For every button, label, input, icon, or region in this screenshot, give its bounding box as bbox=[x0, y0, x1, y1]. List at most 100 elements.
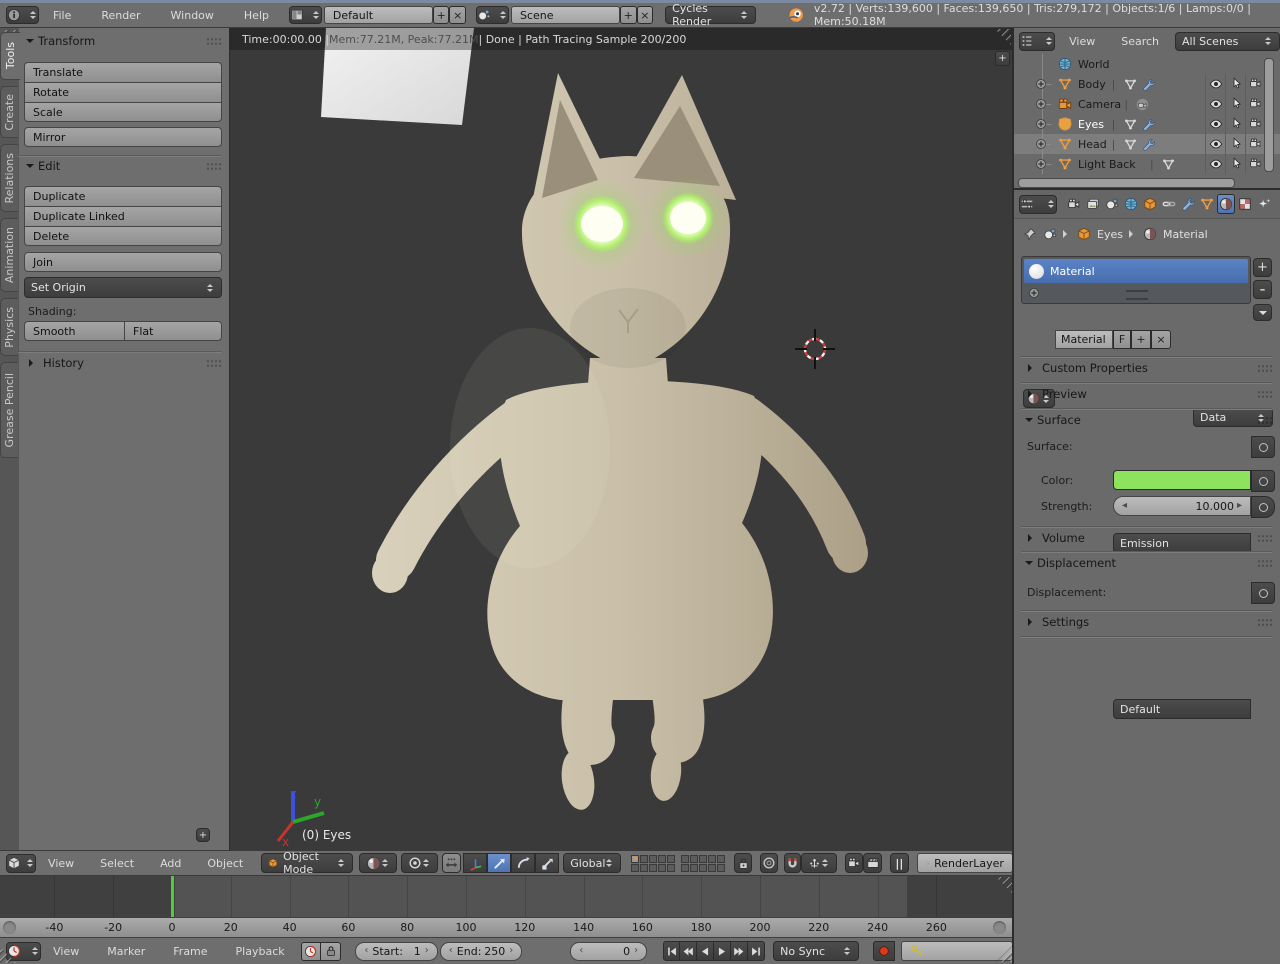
layer-toggle[interactable] bbox=[658, 864, 666, 872]
lock-to-scene-button[interactable] bbox=[734, 853, 752, 873]
panel-header-edit[interactable]: Edit bbox=[24, 159, 222, 173]
properties-tab-render[interactable] bbox=[1065, 194, 1083, 214]
panel-grip-icon[interactable] bbox=[206, 162, 222, 171]
layers-group-1[interactable] bbox=[631, 854, 676, 872]
selectability-cursor-icon[interactable] bbox=[1230, 97, 1243, 110]
render-engine-dropdown[interactable]: Cycles Render bbox=[665, 6, 755, 24]
shelf-tab-relations[interactable]: Relations bbox=[0, 144, 18, 212]
renderability-camera-icon[interactable] bbox=[1249, 97, 1262, 110]
outliner-item-label[interactable]: World bbox=[1078, 58, 1110, 71]
layer-toggle[interactable] bbox=[658, 855, 666, 863]
timeline-menu-frame[interactable]: Frame bbox=[169, 945, 211, 958]
panel-header-displacement[interactable]: Displacement bbox=[1023, 556, 1273, 570]
layer-toggle[interactable] bbox=[649, 864, 657, 872]
shelf-expand-button[interactable]: + bbox=[196, 828, 210, 842]
outliner-item-label[interactable]: Head bbox=[1078, 138, 1107, 151]
opengl-render-button[interactable] bbox=[845, 853, 863, 873]
delete-scene-button[interactable]: × bbox=[637, 6, 654, 24]
shelf-tab-animation[interactable]: Animation bbox=[0, 218, 18, 292]
properties-tab-particles[interactable] bbox=[1255, 194, 1273, 214]
start-frame-field[interactable]: ‹Start: 1› bbox=[355, 942, 437, 961]
orientation-dropdown[interactable]: Global bbox=[563, 853, 621, 873]
viewport-menu-object[interactable]: Object bbox=[203, 857, 247, 870]
outliner-row-camera[interactable]: Camera| bbox=[1013, 94, 1280, 114]
manipulator-translate-button[interactable] bbox=[487, 853, 511, 873]
layer-toggle[interactable] bbox=[667, 864, 675, 872]
panel-grip-icon[interactable] bbox=[1257, 416, 1273, 425]
displacement-dropdown[interactable]: Default bbox=[1113, 699, 1251, 719]
outliner-hscrollbar[interactable] bbox=[1018, 178, 1235, 188]
viewport-menu-view[interactable]: View bbox=[44, 857, 78, 870]
add-scene-button[interactable]: + bbox=[620, 6, 637, 24]
set-origin-dropdown[interactable]: Set Origin bbox=[24, 277, 222, 298]
panel-header-history[interactable]: History bbox=[24, 356, 222, 370]
expand-icon[interactable] bbox=[1035, 78, 1047, 90]
manipulator-rotate-button[interactable] bbox=[511, 853, 535, 873]
region-expand-button[interactable]: + bbox=[995, 51, 1010, 66]
material-name-field[interactable]: Material bbox=[1055, 330, 1113, 349]
visibility-eye-icon[interactable] bbox=[1209, 137, 1223, 151]
delete-button[interactable]: Delete bbox=[24, 226, 222, 246]
list-resize-grip[interactable] bbox=[1126, 290, 1148, 300]
layer-toggle[interactable] bbox=[631, 864, 639, 872]
scene-name-field[interactable]: Scene bbox=[511, 6, 620, 24]
selectability-cursor-icon[interactable] bbox=[1230, 157, 1243, 170]
properties-tab-render-layers[interactable] bbox=[1084, 194, 1102, 214]
delete-layout-button[interactable]: × bbox=[449, 6, 466, 24]
snap-element-dropdown[interactable] bbox=[801, 853, 837, 873]
manipulator-scale-button[interactable] bbox=[535, 853, 559, 873]
pause-render-button[interactable]: || bbox=[890, 853, 909, 873]
manipulator-toggle-button[interactable] bbox=[442, 853, 461, 873]
expand-icon[interactable] bbox=[1035, 158, 1047, 170]
outliner-vscrollbar[interactable] bbox=[1264, 58, 1274, 172]
slot-specials-button[interactable] bbox=[1253, 304, 1272, 321]
selectability-cursor-icon[interactable] bbox=[1230, 117, 1243, 130]
outliner-menu-search[interactable]: Search bbox=[1117, 35, 1163, 48]
viewport-3d[interactable]: Time:00:00.00 | Mem:77.21M, Peak:77.21M … bbox=[230, 28, 1013, 850]
editor-type-properties-button[interactable] bbox=[1019, 195, 1057, 214]
shade-smooth-button[interactable]: Smooth bbox=[24, 321, 124, 341]
outliner-item-label[interactable]: Light Back bbox=[1078, 158, 1136, 171]
renderability-camera-icon[interactable] bbox=[1249, 137, 1262, 150]
editor-type-3dview-button[interactable] bbox=[6, 854, 36, 873]
layer-toggle[interactable] bbox=[717, 864, 725, 872]
scenes-filter-dropdown[interactable]: All Scenes bbox=[1175, 32, 1280, 51]
panel-grip-icon[interactable] bbox=[206, 37, 222, 46]
mirror-button[interactable]: Mirror bbox=[24, 127, 222, 147]
play-reverse-button[interactable] bbox=[697, 941, 714, 961]
properties-tab-constraints[interactable] bbox=[1160, 194, 1178, 214]
properties-tab-object-data[interactable] bbox=[1198, 194, 1216, 214]
jump-to-start-button[interactable] bbox=[663, 941, 680, 961]
pivot-point-dropdown[interactable] bbox=[401, 853, 438, 873]
record-button[interactable] bbox=[873, 941, 895, 961]
mode-dropdown[interactable]: Object Mode bbox=[261, 853, 353, 873]
outliner-row-light-back[interactable]: Light Back| bbox=[1013, 154, 1280, 174]
panel-header-volume[interactable]: Volume bbox=[1023, 531, 1273, 545]
shelf-tab-create[interactable]: Create bbox=[0, 86, 18, 138]
menu-window[interactable]: Window bbox=[167, 9, 218, 22]
strength-slider[interactable]: ◂ 10.000 ▸ bbox=[1113, 496, 1251, 516]
panel-grip-icon[interactable] bbox=[1257, 534, 1273, 543]
color-socket-button[interactable] bbox=[1251, 470, 1275, 492]
panel-grip-icon[interactable] bbox=[1257, 618, 1273, 627]
shelf-tab-tools[interactable]: Tools bbox=[0, 32, 20, 80]
editor-type-outliner-button[interactable] bbox=[1019, 32, 1055, 51]
panel-grip-icon[interactable] bbox=[1257, 559, 1273, 568]
outliner-item-label[interactable]: Body bbox=[1078, 78, 1106, 91]
properties-tab-modifiers[interactable] bbox=[1179, 194, 1197, 214]
visibility-eye-icon[interactable] bbox=[1209, 157, 1223, 171]
properties-tab-scene[interactable] bbox=[1103, 194, 1121, 214]
pin-icon[interactable] bbox=[1023, 227, 1037, 241]
shade-flat-button[interactable]: Flat bbox=[124, 321, 222, 341]
visibility-eye-icon[interactable] bbox=[1209, 117, 1223, 131]
duplicate-button[interactable]: Duplicate bbox=[24, 186, 222, 206]
material-slot-row[interactable]: Material bbox=[1024, 259, 1248, 283]
menu-file[interactable]: File bbox=[49, 9, 75, 22]
viewport-menu-select[interactable]: Select bbox=[96, 857, 138, 870]
emission-color-swatch[interactable] bbox=[1113, 470, 1251, 490]
add-layout-button[interactable]: + bbox=[433, 6, 450, 24]
layers-group-2[interactable] bbox=[681, 854, 726, 872]
screen-layout-name-field[interactable]: Default bbox=[324, 6, 433, 24]
outliner-menu-view[interactable]: View bbox=[1065, 35, 1099, 48]
scrubber-left-cap[interactable] bbox=[3, 921, 16, 934]
